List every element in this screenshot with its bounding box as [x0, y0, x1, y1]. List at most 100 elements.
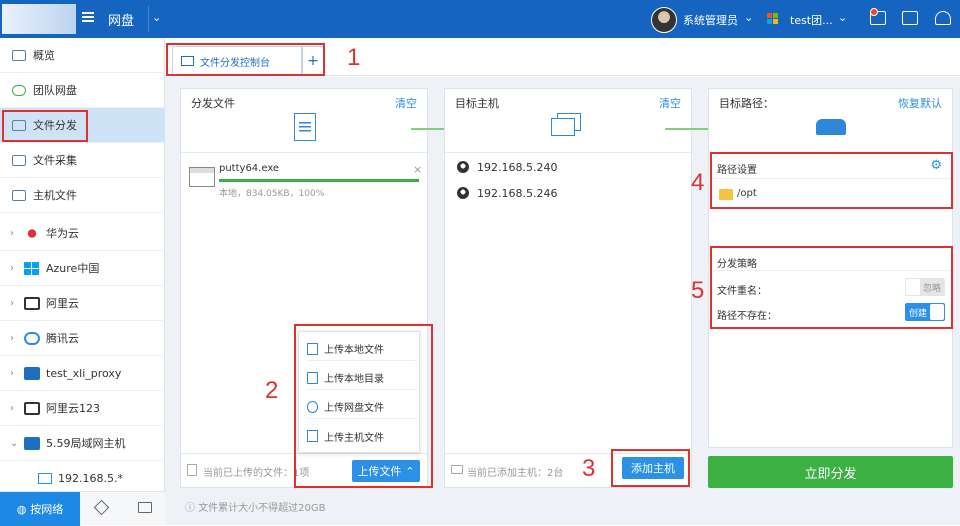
cloud-item-huawei[interactable]: › 华为云: [0, 216, 165, 251]
clear-files-link[interactable]: 清空: [395, 95, 417, 111]
source-files-panel: 分发文件 清空 putty64.exe × 本地，834.05KB，100% 当…: [180, 88, 433, 488]
cloud-icon: [12, 84, 26, 96]
document-icon: [294, 113, 316, 141]
sidebar-item-label: 主机文件: [33, 189, 77, 202]
chevron-right-icon[interactable]: ›: [10, 368, 14, 379]
cloud-item-aliyun[interactable]: › 阿里云: [0, 286, 165, 321]
cloud-item-label: 阿里云: [46, 297, 79, 310]
panel-title: 目标主机: [455, 97, 499, 110]
file-count-icon: [187, 464, 197, 476]
annotation-number: 4: [691, 169, 705, 196]
size-limit-note: ⓘ 文件累计大小不得超过20GB: [185, 499, 326, 514]
annotation-box: [611, 449, 690, 487]
avatar[interactable]: [651, 7, 677, 33]
annotation-number: 1: [347, 44, 361, 71]
sidebar-item-label: 团队网盘: [33, 84, 77, 97]
sidebar-bottom-tabs: ◍ 按网络: [0, 491, 165, 526]
tab-bar: 文件分发控制台 + 1: [165, 38, 960, 76]
chevron-down-icon[interactable]: ⌄: [152, 11, 161, 24]
chevron-down-icon[interactable]: ⌄: [10, 438, 18, 449]
windows-logo-icon: [767, 13, 779, 25]
exe-file-icon: [189, 167, 215, 187]
restore-default-link[interactable]: 恢复默认: [898, 95, 942, 111]
chevron-down-icon[interactable]: ⌄: [838, 11, 847, 24]
target-hosts-panel: 目标主机 清空 192.168.5.240 192.168.5.246 当前已添…: [444, 88, 692, 488]
globe-icon: ◍: [16, 502, 27, 516]
upload-progress-fill: [219, 179, 419, 182]
cloud-item-tencent[interactable]: › 腾讯云: [0, 321, 165, 356]
divider: [148, 6, 149, 32]
chevron-right-icon[interactable]: ›: [10, 403, 14, 414]
cloud-item-azure[interactable]: › Azure中国: [0, 251, 165, 286]
annotation-box: [710, 152, 953, 209]
tencent-cloud-icon: [24, 331, 40, 345]
collection-icon: [12, 154, 26, 166]
tab-by-network[interactable]: ◍ 按网络: [0, 492, 80, 526]
cloud-item-label: 阿里云123: [46, 402, 100, 415]
sidebar: 概览 团队网盘 文件分发 文件采集 主机文件 › 华为云 › Azure中国 ›…: [0, 38, 165, 526]
sidebar-item-host-files[interactable]: 主机文件: [0, 178, 165, 213]
host-subitem-label: 192.168.5.*: [58, 472, 123, 485]
cloud-item-label: Azure中国: [46, 262, 100, 275]
flow-arrow-line: [401, 128, 446, 130]
cloud-item-label: test_xli_proxy: [46, 366, 122, 380]
lan-icon: [24, 436, 40, 450]
linux-icon: [457, 187, 469, 199]
host-row[interactable]: 192.168.5.240: [457, 157, 557, 177]
headset-icon[interactable]: [935, 11, 951, 25]
remove-file-icon[interactable]: ×: [413, 163, 422, 176]
cloud-item-lan[interactable]: ⌄ 5.59局域网主机: [0, 426, 165, 461]
annotation-number: 5: [691, 277, 705, 304]
aliyun-icon: [24, 401, 40, 415]
main-area: 分发文件 清空 putty64.exe × 本地，834.05KB，100% 当…: [165, 77, 960, 525]
annotation-box: [294, 324, 433, 488]
linux-icon: [457, 161, 469, 173]
file-meta: 本地，834.05KB，100%: [219, 189, 325, 199]
panel-header: 目标主机 清空: [445, 89, 691, 153]
annotation-box: [166, 43, 325, 76]
chevron-right-icon[interactable]: ›: [10, 333, 14, 344]
sidebar-item-label: 文件采集: [33, 154, 77, 167]
chevron-right-icon[interactable]: ›: [10, 298, 14, 309]
distribute-now-button[interactable]: 立即分发: [708, 456, 953, 488]
monitor-icon: [38, 473, 52, 484]
annotation-number: 2: [265, 377, 279, 404]
file-name: putty64.exe: [219, 163, 280, 174]
panel-header: 分发文件 清空: [181, 89, 427, 153]
upload-progress-track: [219, 179, 419, 182]
notification-dot: [870, 8, 878, 16]
annotation-number: 3: [582, 455, 596, 482]
annotation-box: [2, 110, 88, 142]
host-ip: 192.168.5.246: [477, 186, 558, 200]
limit-text: 文件累计大小不得超过20GB: [198, 503, 326, 514]
chevron-right-icon[interactable]: ›: [10, 228, 14, 239]
cloud-item-label: 华为云: [46, 227, 79, 240]
sidebar-item-overview[interactable]: 概览: [0, 38, 165, 73]
tab-label: 按网络: [30, 503, 64, 516]
host-row[interactable]: 192.168.5.246: [457, 183, 557, 203]
tenant-name[interactable]: test团...: [790, 12, 833, 28]
tasks-icon[interactable]: [902, 11, 918, 25]
chevron-down-icon[interactable]: ⌄: [744, 11, 753, 24]
sidebar-item-team-drive[interactable]: 团队网盘: [0, 73, 165, 108]
hosts-icon: [551, 113, 581, 139]
app-title: 网盘: [108, 14, 135, 29]
user-name[interactable]: 系统管理员: [683, 12, 738, 28]
menu-icon[interactable]: [82, 12, 94, 22]
lan-icon: [24, 366, 40, 380]
huawei-icon: [24, 226, 40, 240]
annotation-box: [710, 246, 953, 329]
chevron-right-icon[interactable]: ›: [10, 263, 14, 274]
host-icon: [12, 189, 26, 201]
tag-icon[interactable]: [93, 499, 110, 516]
clear-hosts-link[interactable]: 清空: [659, 95, 681, 111]
cloud-item-aliyun123[interactable]: › 阿里云123: [0, 391, 165, 426]
sidebar-item-file-collection[interactable]: 文件采集: [0, 143, 165, 178]
panel-header: 目标路径： 恢复默认: [709, 89, 952, 153]
folder-icon[interactable]: [138, 502, 152, 513]
cloud-item-label: 5.59局域网主机: [46, 437, 126, 450]
aliyun-icon: [24, 296, 40, 310]
cloud-item-proxy[interactable]: › test_xli_proxy: [0, 356, 165, 391]
top-bar: 网盘 ⌄ 系统管理员 ⌄ test团... ⌄: [0, 0, 960, 38]
sidebar-item-label: 概览: [33, 49, 55, 62]
